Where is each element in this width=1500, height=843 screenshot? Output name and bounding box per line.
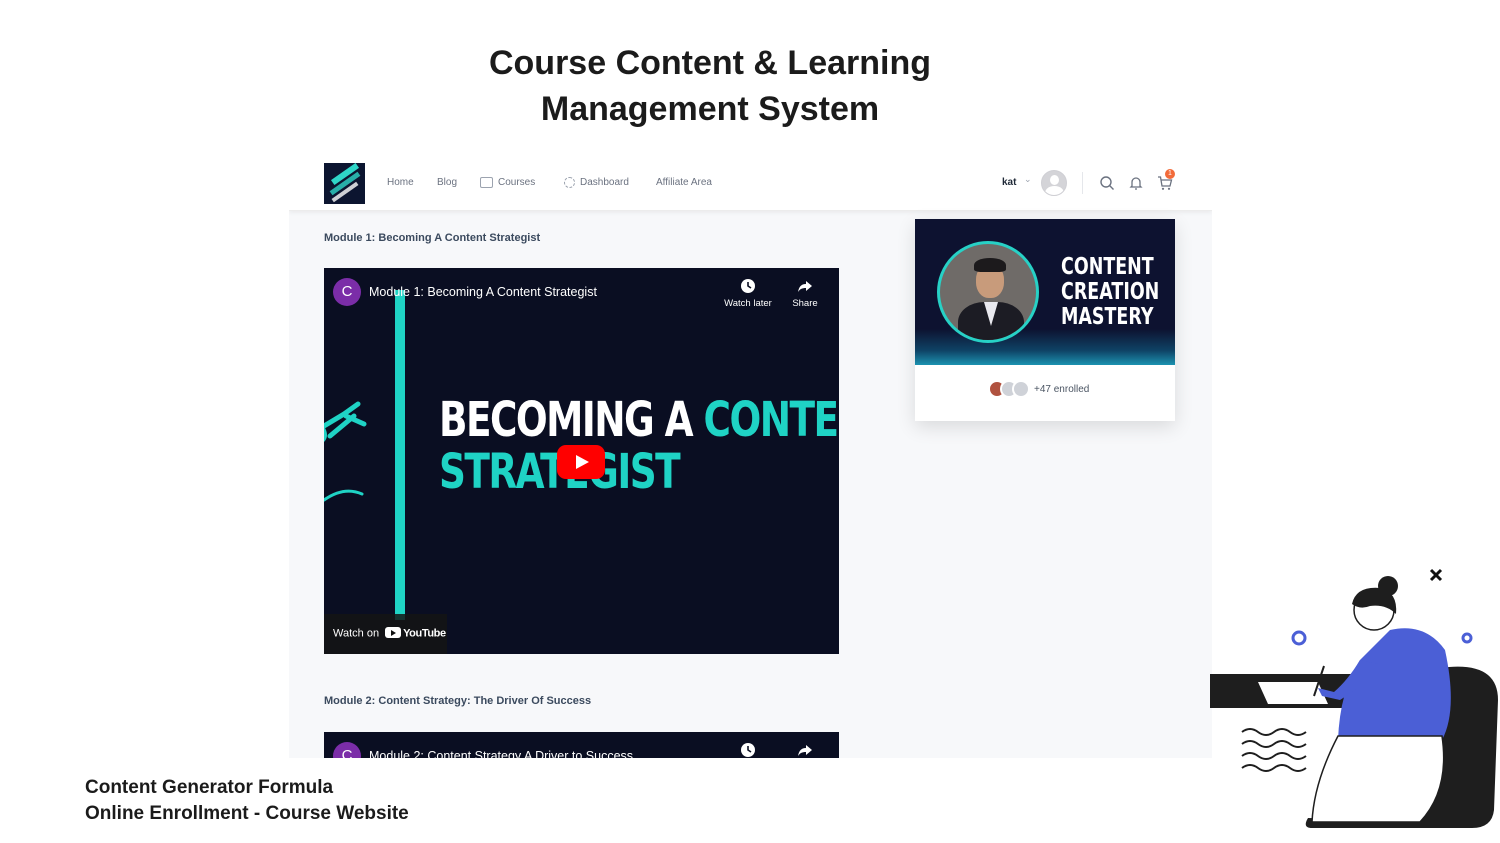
youtube-icon	[385, 627, 402, 638]
site-logo[interactable]	[324, 163, 365, 204]
chevron-down-icon[interactable]: ⌄	[1024, 174, 1032, 185]
watch-on-youtube-link[interactable]: Watch on YouTube	[324, 614, 447, 654]
share-icon	[798, 281, 812, 292]
person-legs	[1311, 735, 1445, 823]
course-card-title: CONTENT CREATION MASTERY	[1061, 255, 1159, 330]
enrolled-label: +47 enrolled	[1034, 383, 1090, 395]
clock-icon	[741, 743, 755, 757]
user-name[interactable]: kat	[1002, 177, 1016, 188]
watch-later-button[interactable]	[718, 742, 778, 758]
headline-line2: STRATEGIST	[439, 446, 839, 498]
share-button[interactable]: Share	[775, 278, 835, 309]
footer-line2: Online Enrollment - Course Website	[85, 803, 409, 824]
video-title[interactable]: Module 2: Content Strategy A Driver to S…	[369, 749, 633, 758]
slide: Course Content & Learning Management Sys…	[0, 0, 1500, 843]
wave-lines	[1241, 728, 1307, 772]
headline-white: BECOMING A	[439, 392, 704, 448]
clock-icon	[741, 279, 755, 293]
nav-courses[interactable]: Courses	[480, 177, 535, 188]
flame-decoration	[915, 329, 1175, 365]
slide-title-line2: Management System	[540, 90, 880, 128]
module-1-video[interactable]: C Module 1: Becoming A Content Strategis…	[324, 268, 839, 654]
book-icon	[480, 177, 493, 188]
watch-later-label: Watch later	[724, 298, 772, 309]
nav-dashboard[interactable]: Dashboard	[564, 177, 629, 188]
nav-dashboard-label: Dashboard	[580, 177, 629, 188]
nav-home[interactable]: Home	[387, 177, 414, 188]
nav-affiliate-area[interactable]: Affiliate Area	[656, 177, 712, 188]
watch-later-button[interactable]: Watch later	[718, 278, 778, 309]
module-2-title: Module 2: Content Strategy: The Driver O…	[324, 695, 592, 707]
person-hair-bun	[1378, 576, 1398, 596]
nav-home-label: Home	[387, 177, 414, 188]
youtube-wordmark: YouTube	[403, 627, 446, 640]
watch-on-label: Watch on	[333, 627, 380, 640]
bell-icon[interactable]	[1128, 175, 1144, 191]
module-2-video[interactable]: C Module 2: Content Strategy A Driver to…	[324, 732, 839, 758]
thumbnail-stripe	[395, 290, 405, 620]
instructor-photo	[937, 241, 1039, 343]
nav-courses-label: Courses	[498, 177, 536, 188]
headline-cyan: CONTENT	[703, 392, 839, 448]
course-thumbnail[interactable]: CONTENT CREATION MASTERY	[915, 219, 1175, 365]
share-label: Share	[792, 298, 818, 309]
person-at-desk-illustration	[1210, 568, 1498, 828]
enrolled-avatar	[1012, 380, 1030, 398]
course-title-line1: CONTENT	[1061, 254, 1154, 280]
ring-decoration	[1291, 630, 1307, 646]
thumbnail-headline: BECOMING A CONTENT STRATEGIST	[439, 394, 839, 498]
course-card[interactable]: CONTENT CREATION MASTERY +47 enrolled	[915, 219, 1175, 421]
course-title-line2: CREATION	[1061, 279, 1160, 305]
user-avatar[interactable]	[1041, 170, 1067, 196]
enrolled-count: +47 enrolled	[988, 379, 1089, 399]
search-icon[interactable]	[1099, 175, 1115, 191]
website-screenshot: Home Blog Courses Dashboard Affiliate Ar…	[289, 154, 1212, 758]
video-title[interactable]: Module 1: Becoming A Content Strategist	[369, 285, 597, 299]
pen-nib-icon	[324, 401, 367, 502]
slide-title-line1: Course Content & Learning	[488, 44, 932, 82]
slide-title: Course Content & Learning Management Sys…	[430, 40, 990, 132]
top-navbar: Home Blog Courses Dashboard Affiliate Ar…	[289, 154, 1212, 211]
channel-avatar[interactable]: C	[333, 742, 361, 758]
nav-blog[interactable]: Blog	[437, 177, 457, 188]
play-button[interactable]	[557, 445, 605, 479]
channel-avatar[interactable]: C	[333, 278, 361, 306]
divider	[1082, 172, 1083, 194]
cart-count-badge: 1	[1165, 169, 1175, 179]
module-1-title: Module 1: Becoming A Content Strategist	[324, 232, 541, 244]
nav-affiliate-label: Affiliate Area	[656, 177, 712, 188]
nav-blog-label: Blog	[437, 177, 458, 188]
footer-line1: Content Generator Formula	[85, 777, 334, 798]
share-button[interactable]	[775, 742, 835, 758]
share-icon	[798, 745, 812, 756]
gear-icon	[564, 177, 575, 188]
course-title-line3: MASTERY	[1061, 304, 1154, 330]
close-x-decoration	[1429, 568, 1443, 582]
ring-decoration	[1461, 632, 1473, 644]
